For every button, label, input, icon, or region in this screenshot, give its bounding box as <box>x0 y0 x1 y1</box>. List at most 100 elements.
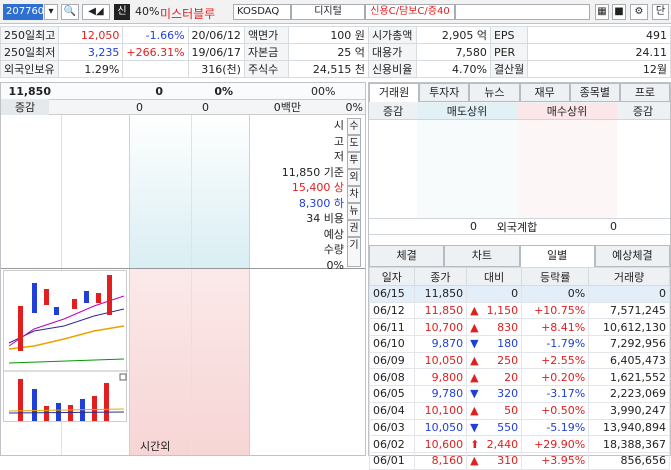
search-icon[interactable]: 🔍 <box>61 4 79 20</box>
info-cell: EPS <box>489 26 529 44</box>
daily-row[interactable]: 06/12 11,850 ▲ 1,150 +10.75% 7,571,245 <box>369 301 670 320</box>
broker-h3: 매수상위 <box>517 102 617 119</box>
side-button[interactable]: 도 <box>347 135 361 152</box>
lock-icon[interactable]: ■ <box>612 4 626 20</box>
info-cell: 100 원 <box>287 26 369 44</box>
down-arrow-icon: ▼ <box>470 387 479 401</box>
daily-cell: 11,850 <box>413 301 468 320</box>
side-button[interactable]: 기 <box>347 237 361 267</box>
daily-change: ▲ 250 <box>466 351 523 370</box>
tab-2[interactable]: 뉴스 <box>469 83 520 102</box>
daily-change-value: 320 <box>497 387 519 401</box>
info-cell: 7,580 <box>415 43 491 61</box>
daily-cell: 6,405,473 <box>588 351 670 370</box>
subtab-1[interactable]: 차트 <box>444 245 520 267</box>
daily-cell: +29.90% <box>521 435 590 453</box>
tab-3[interactable]: 재무 <box>519 83 570 102</box>
daily-row[interactable]: 06/09 10,050 ▲ 250 +2.55% 6,405,473 <box>369 351 670 370</box>
up-arrow-icon: ⬆ <box>470 437 480 451</box>
tab-0[interactable]: 거래원 <box>369 83 420 102</box>
summary-upper: 15,400 상 <box>291 181 344 194</box>
summary-panel: 시 고 저 11,850 기준 15,400 상 8,300 하 34 비용 예… <box>250 118 344 273</box>
daily-change-value: 250 <box>497 354 519 368</box>
gear-icon[interactable]: ⚙ <box>630 4 648 20</box>
daily-cell: 9,870 <box>413 335 468 353</box>
jg-1: 0 <box>136 100 143 114</box>
market-label: KOSDAQ <box>233 4 291 20</box>
daily-row[interactable]: 06/05 9,780 ▼ 320 -3.17% 2,223,069 <box>369 385 670 403</box>
quote-v3: 0 <box>311 84 318 98</box>
jg-4: 0% <box>345 100 363 114</box>
daily-cell: 856,656 <box>588 451 670 470</box>
down-arrow-icon: ▼ <box>470 337 479 351</box>
toolbar: 207760 ▾ 🔍 ◀◢ 신 40% 미스터블루 KOSDAQ 디지털 신용C… <box>0 0 671 24</box>
daily-cell: 0 <box>588 285 670 303</box>
tab-5[interactable]: 프로 <box>619 83 671 102</box>
info-cell: 12월 <box>527 60 671 78</box>
stock-code-input[interactable]: 207760 <box>3 4 44 20</box>
summary-jeo: 저 <box>333 150 344 163</box>
daily-header: 거래량 <box>588 267 670 286</box>
daily-cell: +10.75% <box>521 301 590 320</box>
info-cell: 24,515 천 <box>287 60 369 78</box>
daily-row[interactable]: 06/01 8,160 ▲ 310 +3.95% 856,656 <box>369 451 670 470</box>
daily-change: ▼ 180 <box>466 335 523 353</box>
daily-header: 일자 <box>369 267 415 286</box>
daily-cell: 7,292,956 <box>588 335 670 353</box>
tab-1[interactable]: 투자자 <box>419 83 470 102</box>
daily-cell: 18,388,367 <box>588 435 670 453</box>
daily-cell: 7,571,245 <box>588 301 670 320</box>
summary-rate: 34 비용 <box>306 212 344 225</box>
grid-icon[interactable]: ▦ <box>595 4 609 20</box>
daily-row[interactable]: 06/02 10,600 ⬆ 2,440 +29.90% 18,388,367 <box>369 435 670 453</box>
info-cell: PER <box>489 43 529 61</box>
daily-row[interactable]: 06/04 10,100 ▲ 50 +0.50% 3,990,247 <box>369 401 670 420</box>
side-button[interactable]: 외 <box>347 169 361 186</box>
broker-h1: 증감 <box>382 104 404 118</box>
daily-row[interactable]: 06/10 9,870 ▼ 180 -1.79% 7,292,956 <box>369 335 670 353</box>
daily-cell: 06/11 <box>369 318 415 337</box>
speaker-icon[interactable]: ◀◢ <box>82 4 110 20</box>
daily-change-value: 2,440 <box>486 437 519 451</box>
summary-lower: 8,300 하 <box>298 196 344 210</box>
info-cell: 250일최저 <box>0 43 60 61</box>
subtab-0[interactable]: 체결 <box>369 245 445 267</box>
daily-cell: +3.95% <box>521 451 590 470</box>
daily-change-value: 0 <box>511 287 519 301</box>
quote-v2: 0% <box>214 84 233 98</box>
daily-row[interactable]: 06/08 9,800 ▲ 20 +0.20% 1,621,552 <box>369 368 670 387</box>
info-cell: 24.11 <box>527 43 671 61</box>
side-button[interactable]: 수 <box>347 118 361 135</box>
daily-header: 대비 <box>466 267 523 286</box>
daily-cell: 9,800 <box>413 368 468 387</box>
dan-button[interactable]: 단 <box>652 4 669 20</box>
subtab-3[interactable]: 예상체결 <box>594 245 670 267</box>
daily-row[interactable]: 06/11 10,700 ▲ 830 +8.41% 10,612,130 <box>369 318 670 337</box>
daily-row[interactable]: 06/15 11,850 0 0% 0 <box>369 285 670 303</box>
side-button[interactable]: 투 <box>347 152 361 169</box>
shin-button[interactable]: 신 <box>114 4 130 20</box>
info-cell: 2,905 억 <box>415 26 491 44</box>
info-cell: 외국인보유 <box>0 60 60 78</box>
dropdown-arrow-icon[interactable]: ▾ <box>44 4 58 20</box>
info-cell: 시가총액 <box>367 26 417 44</box>
up-arrow-icon: ▲ <box>470 454 479 468</box>
daily-cell: +0.50% <box>521 401 590 420</box>
broker-list <box>369 120 670 218</box>
summary-exp1: 예상 <box>323 227 344 241</box>
daily-change: ▲ 1,150 <box>466 301 523 320</box>
daily-cell: 10,050 <box>413 418 468 437</box>
daily-cell: 10,700 <box>413 318 468 337</box>
side-button[interactable]: 권 <box>347 220 361 237</box>
tab-4[interactable]: 종목별 <box>569 83 620 102</box>
subtab-2[interactable]: 일별 <box>519 245 595 267</box>
side-button[interactable]: 뉴 <box>347 203 361 220</box>
side-button[interactable]: 차 <box>347 186 361 203</box>
daily-cell: +8.41% <box>521 318 590 337</box>
daily-change-value: 830 <box>497 320 519 334</box>
daily-row[interactable]: 06/03 10,050 ▼ 550 -5.19% 13,940,894 <box>369 418 670 437</box>
jg-3: 0백만 <box>273 101 301 114</box>
info-cell: 액면가 <box>243 26 289 44</box>
broker-f1: 0 <box>470 220 477 233</box>
daily-change: ▲ 830 <box>466 318 523 337</box>
